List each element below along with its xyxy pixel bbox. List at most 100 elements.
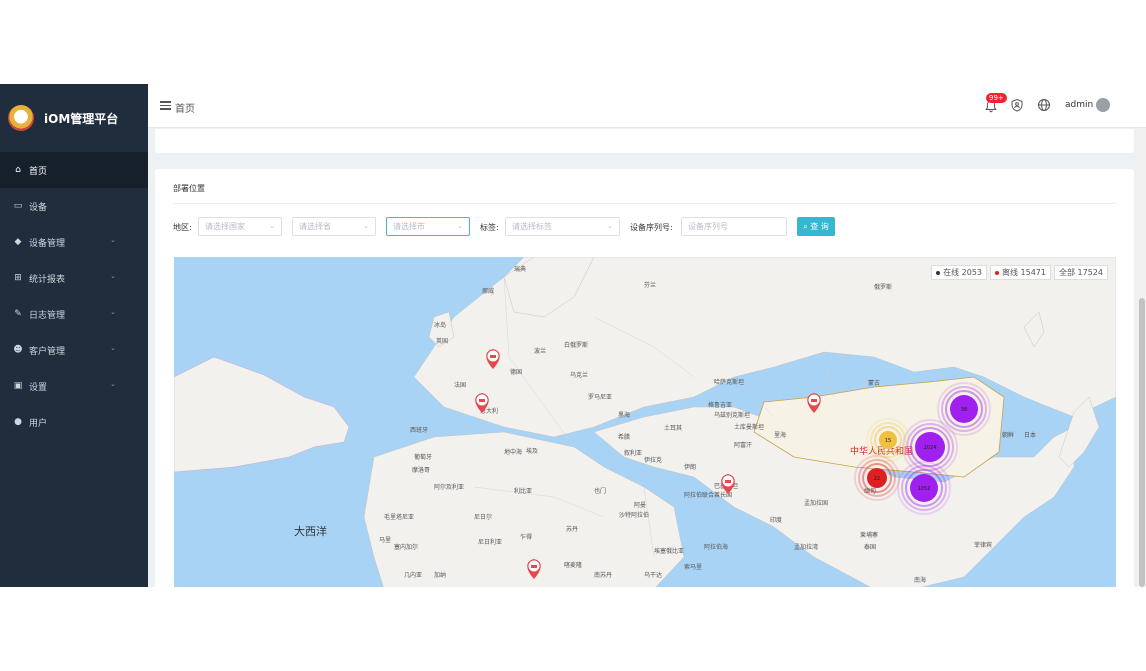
- map-region-label: 阿拉伯海: [704, 543, 728, 551]
- map-region-label: 泰国: [864, 543, 876, 551]
- sidebar: iOM管理平台 ⌂ 首页 ▭ 设备 ◆ 设备管理 ⌄ ⊞ 统计报表 ⌄ ✎ 日志管理 ⌄ ☻ 客户管理 ⌄ ▣ 设…: [0, 84, 148, 587]
- legend-offline[interactable]: 离线 15471: [990, 265, 1051, 280]
- chevron-down-icon: ⌄: [607, 222, 613, 230]
- legend-all-text: 全部 17524: [1059, 268, 1103, 277]
- menu-toggle-icon[interactable]: [160, 101, 171, 110]
- chevron-down-icon: ⌄: [110, 380, 116, 388]
- map-region-label: 塞内加尔: [394, 543, 418, 551]
- chevron-down-icon: ⌄: [110, 236, 116, 244]
- map-region-label: 地中海: [504, 448, 522, 456]
- map-region-label: 波兰: [534, 347, 546, 355]
- map-region-label: 柬埔寨: [860, 531, 878, 539]
- sidebar-item-5[interactable]: ☻ 客户管理 ⌄: [0, 332, 148, 368]
- map-region-label: 沙特阿拉伯: [619, 511, 649, 519]
- map-region-label: 德国: [510, 368, 522, 376]
- card-title: 部署位置: [173, 184, 205, 193]
- map-region-label: 南海: [914, 576, 926, 584]
- map-cluster[interactable]: 38: [937, 382, 991, 436]
- chevron-down-icon: ⌄: [457, 222, 463, 230]
- sidebar-item-3[interactable]: ⊞ 统计报表 ⌄: [0, 260, 148, 296]
- dot-icon: [995, 270, 999, 275]
- settings-icon: ▣: [13, 381, 23, 391]
- legend-online-text: 在线 2053: [943, 268, 982, 277]
- sidebar-item-4[interactable]: ✎ 日志管理 ⌄: [0, 296, 148, 332]
- sidebar-menu: ⌂ 首页 ▭ 设备 ◆ 设备管理 ⌄ ⊞ 统计报表 ⌄ ✎ 日志管理 ⌄ ☻ 客户管理 ⌄ ▣ 设置 ⌄ ● 用户: [0, 152, 148, 440]
- shield-user-icon[interactable]: [1010, 98, 1024, 112]
- province-select[interactable]: 请选择省 ⌄: [292, 217, 376, 236]
- sidebar-item-label: 日志管理: [29, 310, 66, 321]
- cluster-count: 15: [885, 438, 891, 444]
- divider: [173, 203, 1116, 204]
- map-region-label: 乌克兰: [570, 371, 588, 379]
- map-region-label: 索马里: [684, 563, 702, 571]
- city-select[interactable]: 请选择市 ⌄: [386, 217, 470, 236]
- map-region-label: 阿拉伯联合酋长国: [684, 491, 732, 499]
- map-region-label: 伊朗: [684, 463, 696, 471]
- brand: iOM管理平台: [0, 84, 148, 152]
- search-icon: ⌕: [803, 222, 808, 231]
- top-card: [155, 129, 1134, 153]
- avatar[interactable]: [1096, 98, 1110, 112]
- map-region-label: 挪威: [482, 287, 494, 295]
- deployment-map[interactable]: 大西洋 中华人民共和国 瑞典 挪威 芬兰 英国 波兰 白俄罗斯 德国 法国 乌克兰 意大利 西班牙葡…: [174, 257, 1116, 587]
- app-frame: iOM管理平台 ⌂ 首页 ▭ 设备 ◆ 设备管理 ⌄ ⊞ 统计报表 ⌄ ✎ 日志管理 ⌄ ☻ 客户管理 ⌄ ▣ 设…: [0, 84, 1146, 587]
- user-icon: ●: [14, 417, 22, 427]
- map-region-label: 阿尔及利亚: [434, 483, 464, 491]
- cube-icon: ◆: [14, 237, 22, 247]
- map-region-label: 白俄罗斯: [564, 341, 588, 349]
- sidebar-item-1[interactable]: ▭ 设备: [0, 188, 148, 224]
- sidebar-item-6[interactable]: ▣ 设置 ⌄: [0, 368, 148, 404]
- query-button[interactable]: ⌕ 查 询: [797, 217, 835, 236]
- region-label: 地区:: [173, 223, 192, 232]
- chevron-down-icon: ⌄: [110, 272, 116, 280]
- legend-online[interactable]: 在线 2053: [931, 265, 987, 280]
- map-canvas[interactable]: 大西洋 中华人民共和国 瑞典挪威芬兰英国波兰白俄罗斯德国法国乌克兰意大利西班牙葡…: [174, 257, 1116, 587]
- map-legend: 在线 2053 离线 15471 全部 17524: [928, 265, 1108, 280]
- map-cluster[interactable]: 1052: [897, 461, 951, 515]
- legend-all[interactable]: 全部 17524: [1054, 265, 1108, 280]
- map-region-label: 也门: [594, 487, 606, 495]
- sitemap-icon: ⊞: [14, 273, 22, 283]
- scrollbar[interactable]: [1138, 128, 1146, 587]
- map-region-label: 土库曼斯坦: [734, 423, 764, 431]
- chevron-down-icon: ⌄: [363, 222, 369, 230]
- cluster-count: 22: [874, 476, 880, 482]
- map-region-label: 叙利亚: [624, 449, 642, 457]
- sidebar-item-7[interactable]: ● 用户: [0, 404, 148, 440]
- sidebar-item-2[interactable]: ◆ 设备管理 ⌄: [0, 224, 148, 260]
- map-region-label: 里海: [774, 431, 786, 439]
- serial-input[interactable]: 设备序列号: [681, 217, 787, 236]
- app-name: iOM管理平台: [44, 111, 119, 126]
- map-region-label: 法国: [454, 381, 466, 389]
- app-logo: [8, 105, 34, 131]
- tag-select-placeholder: 请选择标签: [512, 222, 552, 231]
- legend-offline-text: 离线 15471: [1002, 268, 1046, 277]
- serial-input-placeholder: 设备序列号: [688, 222, 728, 231]
- breadcrumb[interactable]: 首页: [175, 100, 195, 115]
- sidebar-item-label: 设备: [29, 202, 48, 213]
- map-region-label: 俄罗斯: [874, 283, 892, 291]
- scrollbar-thumb[interactable]: [1139, 298, 1145, 587]
- chevron-down-icon: ⌄: [269, 222, 275, 230]
- map-region-label: 希腊: [618, 433, 630, 441]
- country-select[interactable]: 请选择国家 ⌄: [198, 217, 282, 236]
- map-region-label: 黑海: [618, 411, 630, 419]
- map-region-label: 印度: [770, 516, 782, 524]
- map-region-label: 阿曼: [634, 501, 646, 509]
- chevron-down-icon: ⌄: [110, 344, 116, 352]
- sidebar-item-label: 用户: [29, 418, 48, 429]
- map-region-label: 尼日利亚: [478, 538, 502, 546]
- tag-select[interactable]: 请选择标签 ⌄: [505, 217, 620, 236]
- map-region-label: 日本: [1024, 431, 1036, 439]
- globe-icon[interactable]: [1037, 98, 1051, 112]
- map-region-label: 蒙古: [868, 379, 880, 387]
- tag-label: 标签:: [480, 223, 499, 232]
- sidebar-item-0[interactable]: ⌂ 首页: [0, 152, 148, 188]
- sidebar-item-label: 首页: [29, 166, 48, 177]
- map-region-label: 毛里塔尼亚: [384, 513, 414, 521]
- username[interactable]: admin: [1065, 100, 1093, 110]
- device-icon: ▭: [13, 201, 23, 211]
- map-region-label: 葡萄牙: [414, 453, 432, 461]
- map-region-label: 利比亚: [514, 487, 532, 495]
- map-region-label: 摩洛哥: [412, 466, 430, 474]
